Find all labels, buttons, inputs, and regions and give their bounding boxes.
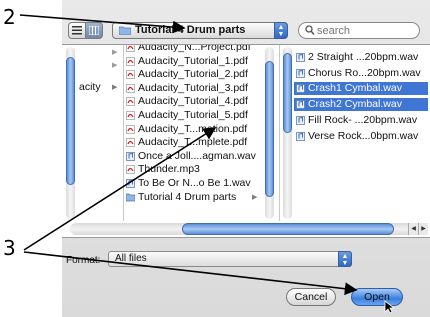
arrow-to-open-button bbox=[23, 251, 358, 296]
annotation-arrows bbox=[19, 14, 358, 296]
arrow-to-location-popup bbox=[19, 14, 186, 34]
screenshot: 2 3 Tutorial 4 Drum parts ▲ ▼ search aci… bbox=[0, 0, 430, 317]
arrow-to-files bbox=[23, 127, 217, 251]
